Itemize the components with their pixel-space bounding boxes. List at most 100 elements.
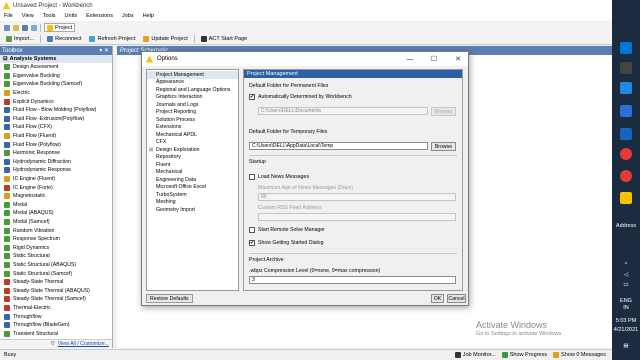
expand-icon[interactable]: ⊞ bbox=[149, 147, 153, 153]
options-tree-item[interactable]: Solution Process bbox=[147, 116, 238, 124]
options-tree-item[interactable]: Meshing bbox=[147, 199, 238, 207]
save-icon[interactable] bbox=[22, 24, 28, 31]
analysis-system-item[interactable]: Fluid Flow (CFX) bbox=[0, 123, 112, 132]
analysis-system-item[interactable]: Thermal-Electric bbox=[0, 304, 112, 313]
language-line1[interactable]: ENG bbox=[612, 298, 640, 304]
analysis-system-item[interactable]: Harmonic Response bbox=[0, 149, 112, 158]
options-tree-item[interactable]: TurboSystem bbox=[147, 191, 238, 199]
minimize-icon[interactable]: — bbox=[400, 56, 420, 63]
analysis-system-item[interactable]: Eigenvalue Buckling (Samcef) bbox=[0, 80, 112, 89]
network-icon[interactable]: ▭ bbox=[612, 282, 640, 288]
analysis-system-item[interactable]: Response Spectrum bbox=[0, 235, 112, 244]
menu-tools[interactable]: Tools bbox=[43, 13, 56, 19]
temp-browse-button[interactable]: Browse bbox=[431, 142, 456, 151]
analysis-system-item[interactable]: Hydrodynamic Response bbox=[0, 166, 112, 175]
ansys-taskbar-icon[interactable] bbox=[620, 192, 632, 204]
menu-jobs[interactable]: Jobs bbox=[122, 13, 134, 19]
close-icon[interactable]: ✕ bbox=[448, 55, 468, 63]
options-tree-item[interactable]: Repository bbox=[147, 154, 238, 162]
analysis-system-item[interactable]: Modal bbox=[0, 201, 112, 210]
menu-file[interactable]: File bbox=[4, 13, 13, 19]
analysis-system-item[interactable]: Steady-State Thermal bbox=[0, 278, 112, 287]
ok-button[interactable]: OK bbox=[431, 294, 444, 303]
clock-time[interactable]: 5:03 PM bbox=[612, 318, 640, 324]
analysis-system-item[interactable]: Transient Structural bbox=[0, 329, 112, 338]
options-tree-item[interactable]: Appearance bbox=[147, 79, 238, 87]
import-button[interactable]: Import... bbox=[4, 35, 36, 44]
analysis-system-item[interactable]: Random Vibration bbox=[0, 226, 112, 235]
options-tree-item[interactable]: Project Management bbox=[147, 71, 238, 79]
analysis-system-item[interactable]: Rigid Dynamics bbox=[0, 243, 112, 252]
analysis-system-item[interactable]: Fluid Flow - Blow Molding (Polyflow) bbox=[0, 106, 112, 115]
show-messages-button[interactable]: Show 0 Messages bbox=[553, 352, 606, 358]
save-as-icon[interactable] bbox=[31, 24, 37, 31]
act-start-page-button[interactable]: ACT Start Page bbox=[199, 35, 249, 44]
analysis-system-item[interactable]: Steady-State Thermal (ABAQUS) bbox=[0, 286, 112, 295]
reconnect-button[interactable]: Reconnect bbox=[45, 35, 83, 44]
analysis-system-item[interactable]: Magnetostatic bbox=[0, 192, 112, 201]
analysis-system-item[interactable]: IC Engine (Forte) bbox=[0, 183, 112, 192]
refresh-project-button[interactable]: Refresh Project bbox=[87, 35, 137, 44]
perm-folder-field[interactable]: C:\Users\DELL\Documents bbox=[258, 107, 428, 115]
menu-view[interactable]: View bbox=[22, 13, 34, 19]
rss-feed-field[interactable] bbox=[258, 213, 456, 221]
chrome-profile-icon[interactable] bbox=[620, 170, 632, 182]
address-toolbar-label[interactable]: Address bbox=[612, 223, 640, 229]
analysis-system-item[interactable]: Eigenvalue Buckling bbox=[0, 72, 112, 81]
analysis-system-item[interactable]: Static Structural bbox=[0, 252, 112, 261]
max-age-field[interactable]: 90 bbox=[258, 193, 456, 201]
options-tree-item[interactable]: Graphics Interaction bbox=[147, 94, 238, 102]
options-tree-item[interactable]: ⊞ Design Exploration bbox=[147, 146, 238, 154]
mail-icon[interactable] bbox=[620, 128, 632, 140]
tab-project[interactable]: Project bbox=[44, 23, 76, 32]
view-all-customize-link[interactable]: View All / Customize... bbox=[58, 341, 109, 347]
edge-icon[interactable] bbox=[620, 42, 632, 54]
analysis-systems-header[interactable]: ⊟ Analysis Systems bbox=[0, 55, 112, 63]
analysis-system-item[interactable]: Fluid Flow (Fluent) bbox=[0, 132, 112, 141]
language-line2[interactable]: IN bbox=[612, 305, 640, 311]
options-tree-item[interactable]: Regional and Language Options bbox=[147, 86, 238, 94]
options-tree-item[interactable]: Microsoft Office Excel bbox=[147, 184, 238, 192]
analysis-system-item[interactable]: Explicit Dynamics bbox=[0, 97, 112, 106]
analysis-system-item[interactable]: Steady-State Thermal (Samcef) bbox=[0, 295, 112, 304]
notification-icon[interactable]: ▤ bbox=[612, 343, 640, 349]
options-tree-item[interactable]: Mechanical bbox=[147, 169, 238, 177]
store-icon[interactable] bbox=[620, 105, 632, 117]
options-tree-item[interactable]: CFX bbox=[147, 139, 238, 147]
analysis-system-item[interactable]: Modal (ABAQUS) bbox=[0, 209, 112, 218]
update-project-button[interactable]: Update Project bbox=[141, 35, 189, 44]
analysis-system-item[interactable]: IC Engine (Fluent) bbox=[0, 175, 112, 184]
menu-help[interactable]: Help bbox=[143, 13, 154, 19]
options-tree-item[interactable]: Geometry Import bbox=[147, 206, 238, 214]
restore-defaults-button[interactable]: Restore Defaults bbox=[146, 294, 193, 303]
analysis-system-item[interactable]: Throughflow (BladeGen) bbox=[0, 321, 112, 330]
menu-extensions[interactable]: Extensions bbox=[86, 13, 113, 19]
analysis-system-item[interactable]: Hydrodynamic Diffraction bbox=[0, 158, 112, 167]
explorer-icon[interactable] bbox=[620, 62, 632, 74]
options-tree-item[interactable]: Engineering Data bbox=[147, 176, 238, 184]
options-tree-item[interactable]: Project Reporting bbox=[147, 109, 238, 117]
show-progress-button[interactable]: Show Progress bbox=[501, 352, 547, 358]
chevron-up-icon[interactable]: ^ bbox=[612, 262, 640, 268]
clock-date[interactable]: 4/21/2021 bbox=[612, 327, 640, 333]
analysis-system-item[interactable]: Electric bbox=[0, 89, 112, 98]
compression-level-field[interactable]: 3 bbox=[249, 276, 456, 284]
temp-folder-field[interactable]: C:\Users\DELL\AppData\Local\Temp bbox=[249, 142, 428, 150]
analysis-system-item[interactable]: Fluid Flow -Extrusion(Polyflow) bbox=[0, 115, 112, 124]
analysis-system-item[interactable]: Modal (Samcef) bbox=[0, 218, 112, 227]
analysis-system-item[interactable]: Fluid Flow (Polyflow) bbox=[0, 140, 112, 149]
options-tree-item[interactable]: Journals and Logs bbox=[147, 101, 238, 109]
edge-browser-icon[interactable] bbox=[620, 82, 632, 94]
analysis-system-item[interactable]: Static Structural (Samcef) bbox=[0, 269, 112, 278]
auto-determined-checkbox[interactable]: ✔ Automatically Determined by Workbench bbox=[249, 94, 352, 100]
volume-icon[interactable]: ◁ bbox=[612, 272, 640, 278]
show-getting-started-checkbox[interactable]: ✔ Show Getting Started Dialog bbox=[249, 240, 323, 246]
remote-solve-checkbox[interactable]: Start Remote Solve Manager bbox=[249, 227, 325, 233]
cancel-button[interactable]: Cancel bbox=[447, 294, 466, 303]
perm-browse-button[interactable]: Browse bbox=[431, 107, 456, 116]
options-tree-item[interactable]: Extensions bbox=[147, 124, 238, 132]
pin-icon[interactable]: ▾ ✕ bbox=[99, 47, 109, 54]
maximize-icon[interactable]: ☐ bbox=[424, 55, 444, 63]
open-icon[interactable] bbox=[13, 24, 19, 31]
menu-units[interactable]: Units bbox=[65, 13, 78, 19]
